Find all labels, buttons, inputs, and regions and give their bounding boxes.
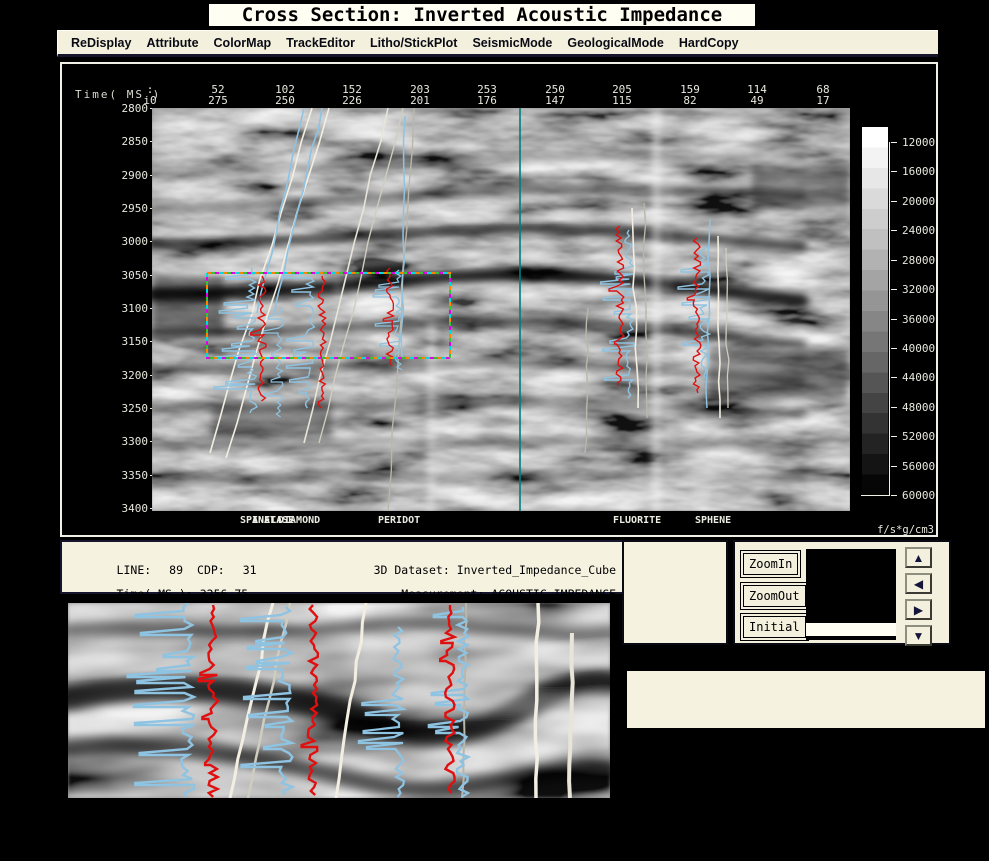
time-tick-label: 3250 — [98, 402, 148, 415]
initial-button[interactable]: Initial — [743, 616, 806, 638]
trace-header-label: 11449 — [732, 84, 782, 106]
time-value: 3256.75 — [200, 587, 248, 601]
trace-header-label: 6817 — [798, 84, 848, 106]
time-tick-label: 3000 — [98, 235, 148, 248]
colorbar-axis-base — [861, 495, 890, 496]
time-tick-label: 2950 — [98, 202, 148, 215]
colorbar-tick-label: 44000 — [902, 371, 935, 384]
colorbar-tick-label: 12000 — [902, 136, 935, 149]
colorbar-units-label: f/s*g/cm3 — [877, 524, 934, 536]
curve-legend: Porosity .......... red Water Saturation… — [627, 671, 985, 728]
colorbar-tick-mark — [891, 319, 897, 320]
legend-water-saturation: Water Saturation ... blue — [637, 807, 985, 834]
seismic-display-area[interactable] — [152, 108, 850, 511]
cross-section-window: Time( MS ) :i052275102250152226203201253… — [60, 62, 938, 537]
measurement-label: Measurement: — [401, 587, 484, 601]
menu-item-trackeditor[interactable]: TrackEditor — [286, 36, 355, 50]
well-label-sphene: SPHENE — [695, 515, 731, 526]
colorbar-tick-mark — [891, 495, 897, 496]
colorbar-tick-label: 24000 — [902, 224, 935, 237]
colorbar-tick-label: 20000 — [902, 195, 935, 208]
colorbar-tick-mark — [891, 377, 897, 378]
time-tick-label: 2900 — [98, 169, 148, 182]
empty-side-panel — [622, 540, 728, 645]
pan-up-button[interactable]: ▲ — [905, 547, 932, 568]
colorbar-tick-label: 36000 — [902, 313, 935, 326]
navigator-view-indicator[interactable] — [806, 623, 896, 636]
menu-item-redisplay[interactable]: ReDisplay — [71, 36, 131, 50]
colorbar-tick-label: 60000 — [902, 489, 935, 502]
colorbar-tick-mark — [891, 201, 897, 202]
colorbar-tick-mark — [891, 466, 897, 467]
trace-header-label: 152226 — [327, 84, 377, 106]
navigator-thumbnail[interactable] — [806, 549, 896, 640]
well-label-diamond: DIAMOND — [278, 515, 320, 526]
menu-item-litho-stickplot[interactable]: Litho/StickPlot — [370, 36, 458, 50]
zoom-inset-image — [68, 603, 610, 798]
menu-bar: ReDisplay Attribute ColorMap TrackEditor Lit… — [57, 30, 938, 57]
time-tick-label: 2800 — [98, 102, 148, 115]
window-title: Cross Section: Inverted Acoustic Impedan… — [242, 4, 722, 26]
colorbar-axis-line — [889, 142, 890, 496]
status-panel: LINE:89CDP:31 3D Dataset:Inverted_Impeda… — [60, 540, 625, 594]
zoom-controls-panel: ZoomIn ZoomOut Initial ▲ ◀ ▶ ▼ — [733, 540, 951, 645]
menu-item-seismicmode[interactable]: SeismicMode — [472, 36, 552, 50]
app-root: { "window_title": "Cross Section: Invert… — [0, 0, 989, 814]
time-tick-label: 3150 — [98, 335, 148, 348]
zoom-out-button[interactable]: ZoomOut — [743, 585, 806, 607]
status-row-2: Time( MS ):3256.75 Measurement:ACOUSTIC_… — [75, 573, 616, 587]
menu-item-colormap[interactable]: ColorMap — [214, 36, 272, 50]
time-tick-label: 3100 — [98, 302, 148, 315]
colorbar-tick-label: 52000 — [902, 430, 935, 443]
menu-item-hardcopy[interactable]: HardCopy — [679, 36, 739, 50]
zoom-in-button[interactable]: ZoomIn — [743, 553, 798, 575]
colorbar-tick-label: 28000 — [902, 254, 935, 267]
trace-header-label: 205115 — [597, 84, 647, 106]
measurement-value: ACOUSTIC_IMPEDANCE — [491, 587, 616, 601]
time-tick-label: 3050 — [98, 269, 148, 282]
legend-porosity: Porosity .......... red — [637, 726, 985, 753]
menu-item-attribute[interactable]: Attribute — [146, 36, 198, 50]
colorbar-tick-label: 16000 — [902, 165, 935, 178]
colorbar-tick-mark — [891, 171, 897, 172]
colorbar-tick-mark — [891, 348, 897, 349]
pan-right-button[interactable]: ▶ — [905, 599, 932, 620]
trace-header-label: 102250 — [260, 84, 310, 106]
colorbar-tick-label: 48000 — [902, 401, 935, 414]
colorbar-tick-mark — [891, 436, 897, 437]
impedance-colorbar — [862, 127, 888, 495]
colorbar-tick-mark — [891, 142, 897, 143]
trace-header-label: 250147 — [530, 84, 580, 106]
colorbar-tick-label: 40000 — [902, 342, 935, 355]
time-tick-label: 3400 — [98, 502, 148, 515]
time-tick-label: 3350 — [98, 469, 148, 482]
menu-item-geologicalmode[interactable]: GeologicalMode — [567, 36, 664, 50]
trace-header-label: 253176 — [462, 84, 512, 106]
window-title-bar[interactable]: Cross Section: Inverted Acoustic Impedan… — [207, 2, 757, 28]
pan-down-button[interactable]: ▼ — [905, 625, 932, 646]
colorbar-tick-mark — [891, 230, 897, 231]
trace-header-label: 52275 — [193, 84, 243, 106]
colorbar-tick-label: 32000 — [902, 283, 935, 296]
time-tick-label: 3300 — [98, 435, 148, 448]
colorbar-tick-label: 56000 — [902, 460, 935, 473]
seismic-image[interactable] — [152, 108, 850, 511]
trace-header-label: 203201 — [395, 84, 445, 106]
status-row-1: LINE:89CDP:31 3D Dataset:Inverted_Impeda… — [75, 549, 616, 563]
colorbar-tick-mark — [891, 289, 897, 290]
trace-header-label: 15982 — [665, 84, 715, 106]
colorbar-tick-mark — [891, 260, 897, 261]
well-label-fluorite: FLUORITE — [613, 515, 661, 526]
time-label: Time( MS ): — [117, 587, 193, 601]
pan-left-button[interactable]: ◀ — [905, 573, 932, 594]
time-tick-label: 3200 — [98, 369, 148, 382]
colorbar-tick-mark — [891, 407, 897, 408]
well-label-peridot: PERIDOT — [378, 515, 420, 526]
time-tick-label: 2850 — [98, 135, 148, 148]
